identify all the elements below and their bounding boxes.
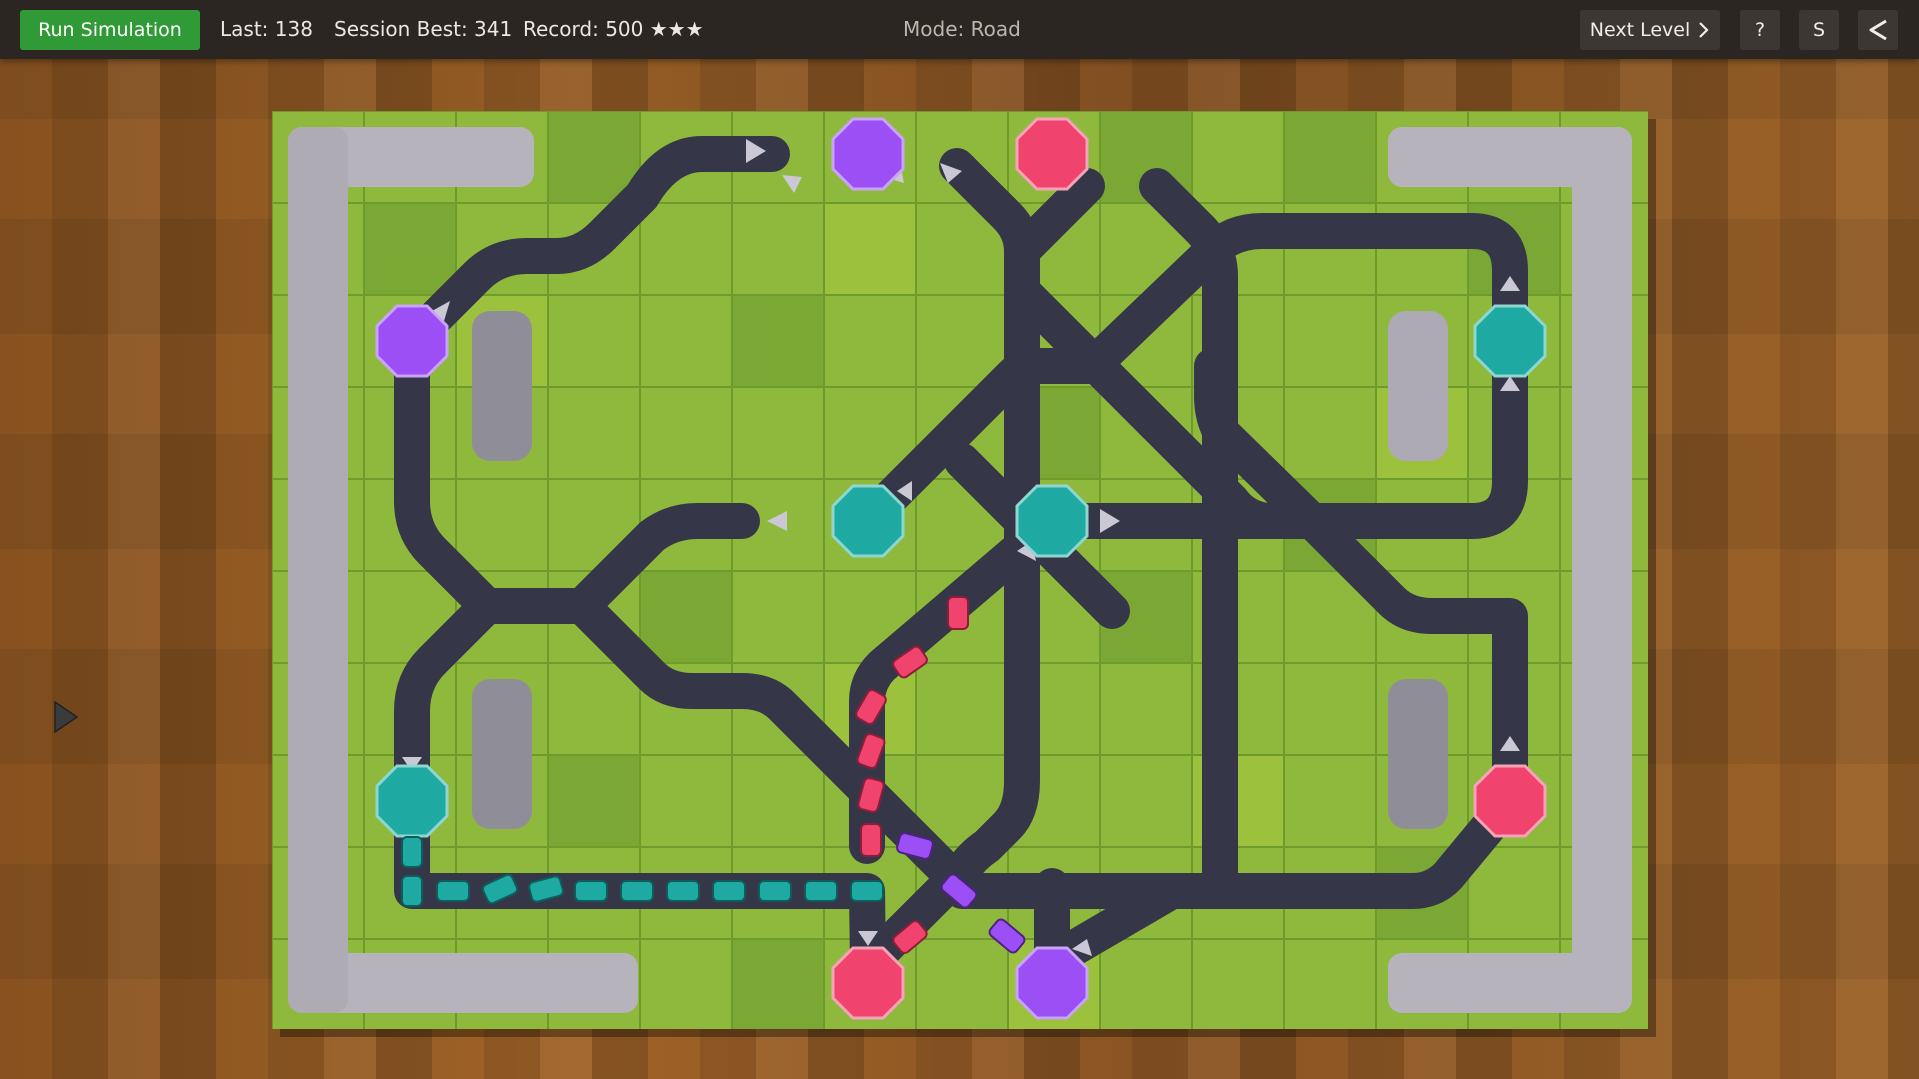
game-board[interactable] bbox=[272, 111, 1648, 1029]
next-level-label: Next Level bbox=[1589, 19, 1691, 41]
triangle-pointer-icon bbox=[54, 700, 79, 734]
mode-label: Mode: Road bbox=[903, 17, 1021, 41]
purple-station-left bbox=[375, 304, 449, 378]
top-toolbar: Run Simulation Last: 138 Session Best: 3… bbox=[0, 0, 1919, 59]
purple-station-top bbox=[831, 117, 905, 191]
chevron-right-icon bbox=[1699, 22, 1709, 38]
record-score: Record: 500 ★★★ bbox=[523, 17, 704, 41]
pink-station-bottom bbox=[831, 946, 905, 1020]
session-best-score: Session Best: 341 bbox=[334, 17, 513, 41]
share-button[interactable] bbox=[1858, 10, 1898, 50]
last-score: Last: 138 bbox=[220, 17, 313, 41]
s-button[interactable]: S bbox=[1799, 10, 1839, 50]
purple-station-bottom bbox=[1015, 946, 1089, 1020]
next-level-button[interactable]: Next Level bbox=[1580, 10, 1720, 50]
pink-station-top bbox=[1015, 117, 1089, 191]
teal-station-right bbox=[1473, 304, 1547, 378]
run-simulation-button[interactable]: Run Simulation bbox=[20, 10, 200, 50]
pink-station-right bbox=[1473, 764, 1547, 838]
teal-station-center-right bbox=[1015, 484, 1089, 558]
share-icon bbox=[1869, 19, 1887, 41]
help-button[interactable]: ? bbox=[1740, 10, 1780, 50]
teal-station-center-left bbox=[831, 484, 905, 558]
teal-station-bottom-left bbox=[375, 764, 449, 838]
